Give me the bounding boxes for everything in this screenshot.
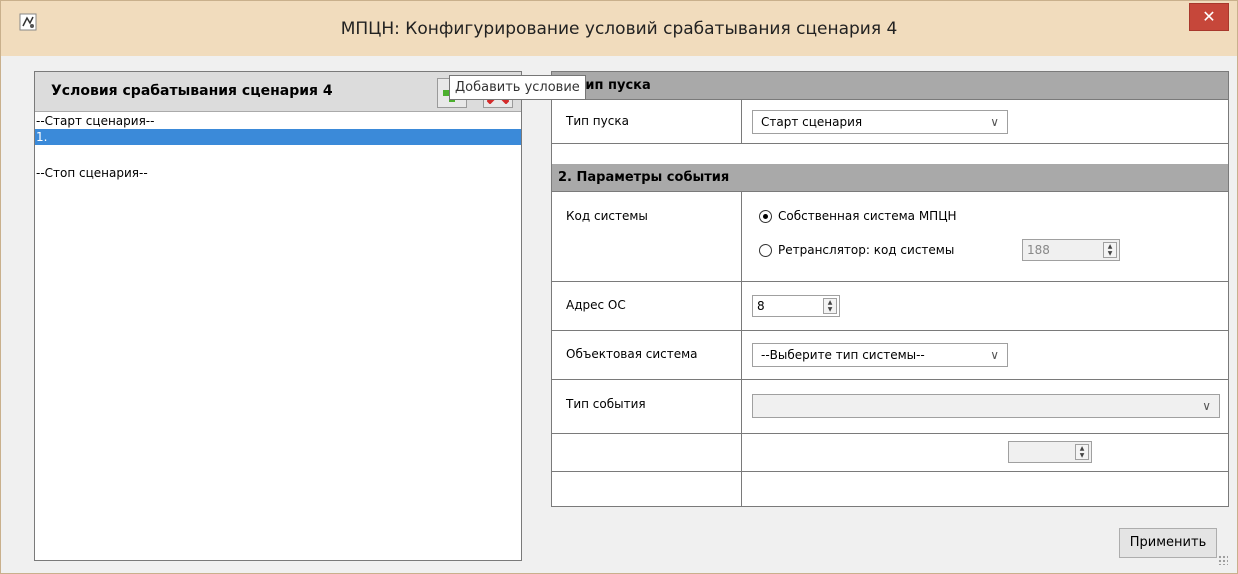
row-system-code: Код системы Собственная система МПЦН Рет…	[552, 192, 1228, 282]
section-launch-type-header: 1. Тип пуска	[552, 72, 1228, 100]
own-system-label: Собственная система МПЦН	[778, 209, 957, 223]
object-system-select[interactable]: --Выберите тип системы-- ∨	[752, 343, 1008, 367]
close-icon: ✕	[1202, 7, 1216, 26]
row-os-address: Адрес ОС 8 ▲ ▼	[552, 282, 1228, 331]
stepper-arrows-icon[interactable]: ▲ ▼	[823, 298, 837, 314]
extra-stepper: ▲ ▼	[1008, 441, 1092, 463]
close-button[interactable]: ✕	[1189, 3, 1229, 31]
settings-panel: 1. Тип пуска Тип пуска Старт сценария ∨ …	[551, 71, 1229, 507]
row-object-system: Объектовая система --Выберите тип систем…	[552, 331, 1228, 380]
chevron-down-icon: ∨	[1202, 399, 1211, 413]
column-divider	[741, 472, 742, 506]
radio-unchecked-icon	[759, 244, 772, 257]
list-item[interactable]: --Стоп сценария--	[35, 165, 521, 181]
column-divider	[741, 282, 742, 330]
list-item[interactable]: --Старт сценария--	[35, 113, 521, 129]
list-item-empty	[35, 145, 521, 165]
stepper-arrows-icon: ▲ ▼	[1075, 444, 1089, 460]
relay-code-value: 188	[1027, 243, 1050, 257]
window-title: МПЦН: Конфигурирование условий срабатыва…	[340, 19, 898, 39]
launch-type-select[interactable]: Старт сценария ∨	[752, 110, 1008, 134]
resize-grip-icon[interactable]	[1218, 555, 1228, 565]
list-item[interactable]: 1.	[35, 129, 521, 145]
column-divider	[741, 380, 742, 433]
radio-checked-icon	[759, 210, 772, 223]
stepper-arrows-icon: ▲ ▼	[1103, 242, 1117, 258]
conditions-title: Условия срабатывания сценария 4	[51, 83, 333, 99]
os-address-value: 8	[757, 299, 765, 313]
object-system-label: Объектовая система	[566, 347, 698, 361]
add-condition-tooltip: Добавить условие	[449, 75, 586, 100]
apply-button[interactable]: Применить	[1119, 528, 1217, 558]
conditions-list[interactable]: --Старт сценария-- 1. --Стоп сценария--	[35, 113, 521, 181]
row-extra-2	[552, 472, 1228, 506]
column-divider	[741, 192, 742, 281]
dialog-window: МПЦН: Конфигурирование условий срабатыва…	[0, 0, 1238, 574]
row-extra-1: ▲ ▼	[552, 434, 1228, 472]
chevron-down-icon: ∨	[990, 115, 999, 129]
event-type-select[interactable]: ∨	[752, 394, 1220, 418]
chevron-down-icon: ∨	[990, 348, 999, 362]
os-address-stepper[interactable]: 8 ▲ ▼	[752, 295, 840, 317]
column-divider	[741, 100, 742, 143]
object-system-value: --Выберите тип системы--	[761, 348, 925, 362]
title-bar[interactable]: МПЦН: Конфигурирование условий срабатыва…	[1, 1, 1237, 56]
conditions-panel: Условия срабатывания сценария 4 --Старт …	[34, 71, 522, 561]
column-divider	[741, 434, 742, 471]
relay-radio[interactable]: Ретранслятор: код системы	[759, 243, 954, 257]
row-launch-type: Тип пуска Старт сценария ∨	[552, 100, 1228, 144]
system-code-label: Код системы	[566, 209, 648, 223]
section-event-params-header: 2. Параметры события	[552, 164, 1228, 192]
dialog-client: Условия срабатывания сценария 4 --Старт …	[8, 57, 1230, 567]
own-system-radio[interactable]: Собственная система МПЦН	[759, 209, 957, 223]
column-divider	[741, 331, 742, 379]
event-type-label: Тип события	[566, 397, 646, 411]
launch-type-label: Тип пуска	[566, 114, 629, 128]
relay-code-stepper: 188 ▲ ▼	[1022, 239, 1120, 261]
row-event-type: Тип события ∨	[552, 380, 1228, 434]
os-address-label: Адрес ОС	[566, 298, 626, 312]
relay-label: Ретранслятор: код системы	[778, 243, 955, 257]
launch-type-value: Старт сценария	[761, 115, 863, 129]
